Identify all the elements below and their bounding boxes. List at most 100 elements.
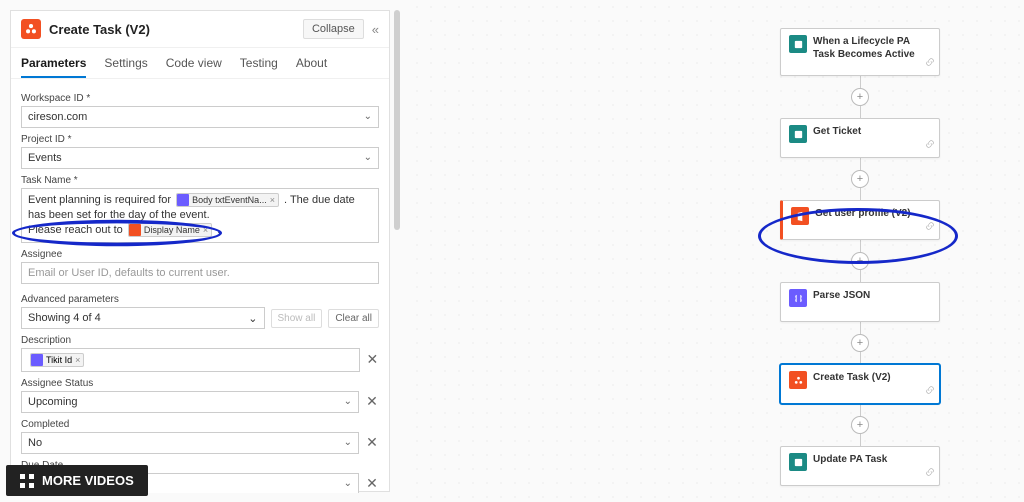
chevron-down-icon: ⌄ (248, 312, 257, 325)
project-id-value: Events (28, 151, 62, 165)
node-label: Parse JSON (813, 289, 870, 302)
form-body: Workspace ID * cireson.com ⌄ Project ID … (11, 79, 389, 493)
add-step-button[interactable]: + (851, 334, 869, 352)
chevron-down-icon: ⌄ (364, 151, 372, 165)
panel-scrollbar[interactable] (394, 10, 400, 230)
link-icon (925, 218, 935, 236)
asana-icon (21, 19, 41, 39)
assignee-status-value: Upcoming (28, 395, 78, 409)
description-label: Description (21, 335, 379, 346)
node-label: When a Lifecycle PA Task Becomes Active (813, 35, 931, 61)
clear-field-button[interactable]: ✕ (365, 434, 379, 451)
token-fx-icon (31, 354, 43, 366)
token-remove-icon[interactable]: × (75, 355, 80, 365)
token-remove-icon[interactable]: × (203, 223, 208, 238)
clear-field-button[interactable]: ✕ (365, 393, 379, 410)
connector (860, 240, 861, 252)
clear-field-button[interactable]: ✕ (365, 475, 379, 492)
add-step-button[interactable]: + (851, 88, 869, 106)
workspace-id-label: Workspace ID * (21, 93, 379, 104)
node-label: Update PA Task (813, 453, 887, 466)
clear-all-button[interactable]: Clear all (328, 309, 379, 328)
token-label: Display Name (144, 223, 200, 238)
link-icon (925, 464, 935, 482)
token-remove-icon[interactable]: × (270, 193, 275, 208)
completed-label: Completed (21, 419, 379, 430)
assignee-placeholder: Email or User ID, defaults to current us… (28, 266, 230, 280)
node-create-task[interactable]: Create Task (V2) (780, 364, 940, 404)
tab-code-view[interactable]: Code view (166, 56, 222, 78)
teams-icon (789, 125, 807, 143)
advanced-parameters-label: Advanced parameters (21, 294, 379, 305)
chevron-down-icon: ⌄ (364, 110, 372, 124)
assignee-input[interactable]: Email or User ID, defaults to current us… (21, 262, 379, 284)
node-get-user-profile[interactable]: Get user profile (V2) (780, 200, 940, 240)
flow-column: When a Lifecycle PA Task Becomes Active … (780, 28, 940, 486)
node-get-ticket[interactable]: Get Ticket (780, 118, 940, 158)
task-name-label: Task Name * (21, 175, 379, 186)
token-label: Tikit Id (46, 355, 72, 365)
task-name-text-pre: Event planning is required for (28, 194, 174, 206)
collapse-button[interactable]: Collapse (303, 19, 364, 39)
completed-select[interactable]: No ⌄ (21, 432, 359, 454)
node-lifecycle-trigger[interactable]: When a Lifecycle PA Task Becomes Active (780, 28, 940, 76)
tab-about[interactable]: About (296, 56, 327, 78)
connector (860, 352, 861, 364)
data-ops-icon (789, 289, 807, 307)
asana-icon (789, 371, 807, 389)
node-parse-json[interactable]: Parse JSON (780, 282, 940, 322)
teams-icon (789, 35, 807, 53)
project-id-select[interactable]: Events ⌄ (21, 147, 379, 169)
link-icon (925, 54, 935, 72)
node-label: Create Task (V2) (813, 371, 891, 384)
add-step-button[interactable]: + (851, 170, 869, 188)
add-step-button[interactable]: + (851, 416, 869, 434)
task-name-input[interactable]: Event planning is required for Body txtE… (21, 188, 379, 243)
token-fx-icon (177, 194, 189, 206)
connector (860, 270, 861, 282)
workspace-id-select[interactable]: cireson.com ⌄ (21, 106, 379, 128)
task-name-text2-pre: Please reach out to (28, 224, 126, 236)
connector (860, 106, 861, 118)
tab-row: Parameters Settings Code view Testing Ab… (11, 48, 389, 79)
office-icon (791, 207, 809, 225)
connector (860, 434, 861, 446)
more-videos-overlay[interactable]: MORE VIDEOS (6, 465, 148, 496)
description-input[interactable]: Tikit Id × (21, 348, 360, 372)
completed-value: No (28, 436, 42, 450)
clear-field-button[interactable]: ✕ (366, 351, 379, 368)
flow-canvas[interactable]: When a Lifecycle PA Task Becomes Active … (410, 0, 1024, 502)
more-videos-label: MORE VIDEOS (42, 473, 134, 488)
tab-settings[interactable]: Settings (104, 56, 147, 78)
collapse-chevron-icon[interactable]: « (372, 22, 379, 37)
task-name-text2-post: . (217, 224, 220, 236)
tab-testing[interactable]: Testing (240, 56, 278, 78)
assignee-label: Assignee (21, 249, 379, 260)
link-icon (925, 136, 935, 154)
node-update-pa-task[interactable]: Update PA Task (780, 446, 940, 486)
panel-header: Create Task (V2) Collapse « (11, 11, 389, 48)
connector (860, 76, 861, 88)
assignee-status-label: Assignee Status (21, 378, 379, 389)
tab-parameters[interactable]: Parameters (21, 56, 86, 78)
chevron-down-icon: ⌄ (344, 395, 352, 409)
advanced-parameters-select[interactable]: Showing 4 of 4 ⌄ (21, 307, 265, 329)
node-label: Get user profile (V2) (815, 207, 911, 220)
connector (860, 404, 861, 416)
assignee-status-select[interactable]: Upcoming ⌄ (21, 391, 359, 413)
token-tikit-id[interactable]: Tikit Id × (30, 353, 84, 367)
link-icon (925, 382, 935, 400)
show-all-button[interactable]: Show all (271, 309, 323, 328)
node-label: Get Ticket (813, 125, 861, 138)
workspace-id-value: cireson.com (28, 110, 87, 124)
add-step-button[interactable]: + (851, 252, 869, 270)
token-display-name[interactable]: Display Name × (128, 223, 212, 237)
token-body-event-name[interactable]: Body txtEventNa... × (176, 193, 279, 207)
chevron-down-icon: ⌄ (344, 436, 352, 450)
advanced-parameters-row: Showing 4 of 4 ⌄ Show all Clear all (21, 307, 379, 329)
project-id-label: Project ID * (21, 134, 379, 145)
connector (860, 158, 861, 170)
token-label: Body txtEventNa... (192, 193, 267, 208)
token-office-icon (129, 224, 141, 236)
teams-icon (789, 453, 807, 471)
